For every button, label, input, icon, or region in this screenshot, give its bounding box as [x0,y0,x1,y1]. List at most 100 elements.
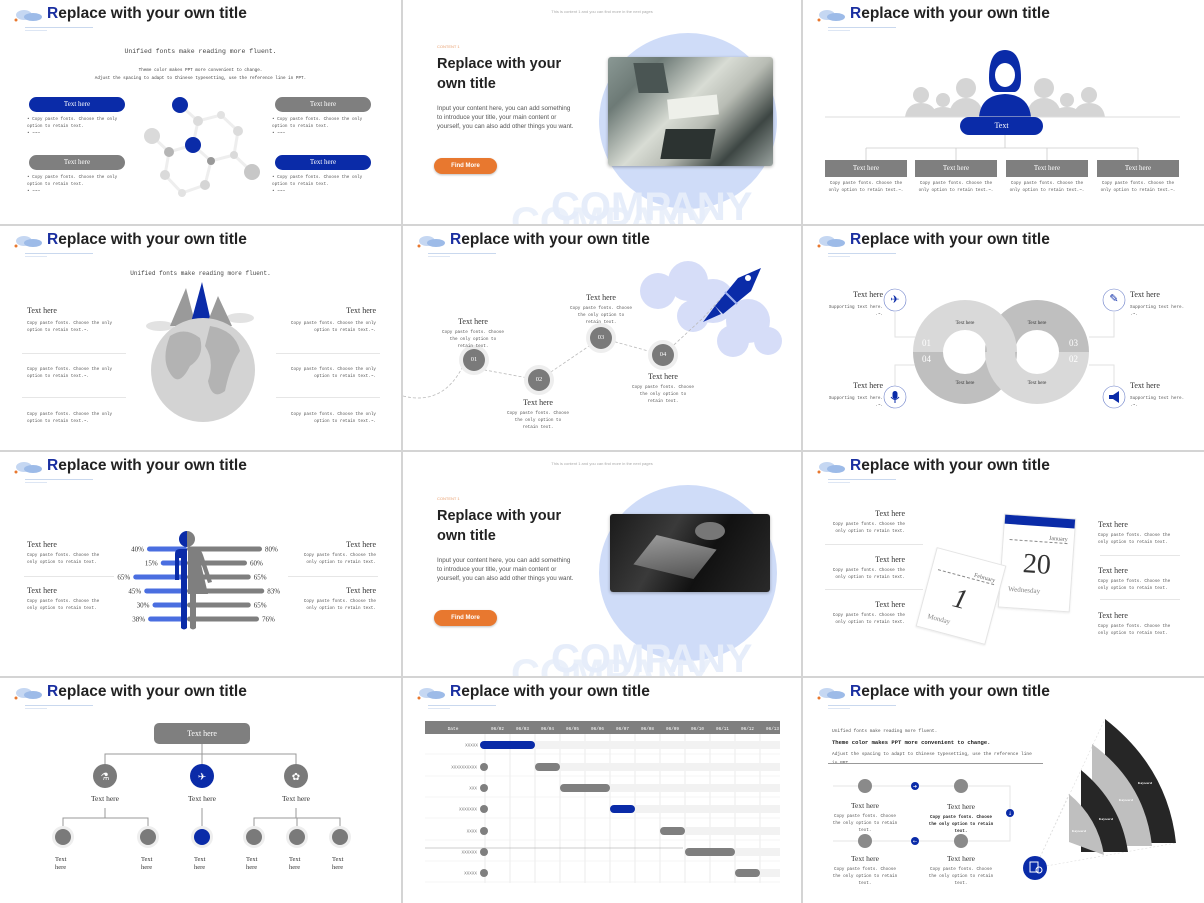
content-paragraph: Input your content here, you can add som… [437,105,574,130]
box-description: Copy paste fonts. Choose the only option… [918,181,994,193]
airplane-icon: ✈ [890,293,900,306]
step-description: Copy paste fonts. Choose the only option… [507,411,569,430]
box-description: Copy paste fonts. Choose the only option… [1100,181,1176,193]
right-value-label: 80% [265,546,278,554]
branch-label: Text here [281,794,310,803]
left-value-label: 65% [117,574,130,582]
slide-thumbnail-6[interactable]: Replace with your own title ✈ ✎ Text her… [803,226,1204,450]
item-heading: Text here [875,600,905,609]
megaphone-icon [1109,391,1119,403]
gantt-task-label: XXXXXXXXXX [451,766,477,771]
slide-thumbnail-11[interactable]: Replace with your own title Date 06/02 06/… [403,678,801,903]
slide-thumbnail-2[interactable]: This is content 1 and you can find more … [403,0,801,224]
laptop-keyboard [633,535,717,579]
male-head-icon [179,531,187,547]
slide-thumbnail-9[interactable]: Replace with your own title Text here Co… [803,452,1204,676]
tree-box: Text here [825,160,907,177]
slide-thumbnail-8[interactable]: This is content 1 and you can find more … [403,452,801,676]
gantt-track [610,805,780,813]
segment-number: 04 [922,354,931,364]
title-underline [828,482,850,483]
step-description: Copy paste fonts. Choose the only option… [442,330,504,349]
right-value-label: 65% [254,602,267,610]
gantt-row-marker [480,805,488,813]
item-description: Supporting text here. .~. [828,396,883,408]
gantt-row-marker [480,869,488,877]
microphone-icon [890,391,900,403]
item-heading: Text here [1098,566,1128,575]
right-value-label: 83% [267,588,280,596]
content-label: CONTENT 1 [437,44,460,49]
watermark: COMPANY [511,200,713,224]
branch-label: Text here [187,794,216,803]
content-paragraph: Input your content here, you can add som… [437,557,574,582]
center-label-pill: Text [960,117,1043,135]
gantt-date-label: 06/13 [766,727,779,732]
gantt-date-label: 06/07 [616,727,629,732]
segment-number: 02 [1069,354,1078,364]
slide-thumbnail-3[interactable]: Replace with your own title Text Text he… [803,0,1204,224]
female-head-icon [187,531,195,547]
right-value-label: 76% [262,616,275,624]
slide-thumbnail-7[interactable]: Replace with your own title Text here Co… [0,452,401,676]
tree-box: Text here [915,160,997,177]
gantt-task-label: XXXXXXX [459,808,477,813]
content-title: Replace with your own title [437,508,562,544]
right-value-bar [187,616,259,622]
left-value-label: 30% [137,602,150,610]
gantt-date-label: 06/05 [566,727,579,732]
step-number: 03 [590,327,612,349]
divider [1100,599,1180,600]
slide-thumbnail-10[interactable]: Replace with your own title ⚗ ✈ ✿ Text her… [0,678,401,903]
gantt-task-label: XXX [469,787,477,792]
leaf-label: Text here [332,856,344,871]
hand [695,522,725,540]
molecule-diagram [144,97,260,197]
top-note: This is content 1 and you can find more … [551,461,653,466]
item-description: Copy paste fonts. Choose the only option… [1098,624,1171,636]
slide-thumbnail-12[interactable]: Replace with your own title Unified font… [803,678,1204,903]
step-number: 02 [528,369,550,391]
item-description: Copy paste fonts. Choose the only option… [1098,579,1171,591]
keyword-label: Keyword [1119,798,1133,802]
branch-label: Text here [90,794,119,803]
item-heading: Text here [875,555,905,564]
box-description: Copy paste fonts. Choose the only option… [828,181,904,193]
calendar-header-bar [1004,514,1076,529]
find-more-button[interactable]: Find More [434,610,497,626]
item-description: Supporting text here. .~. [1130,396,1185,408]
gantt-task-bar [535,763,560,771]
slide-thumbnail-1[interactable]: Replace with your own title Unified font… [0,0,401,224]
gantt-chart: Date 06/02 06/03 06/04 06/05 06/06 06/07 06/08 0… [425,721,780,883]
left-value-label: 45% [128,588,141,596]
slide-thumbnail-4[interactable]: Replace with your own title Unified font… [0,226,401,450]
globe-mountain-illustration [146,282,255,422]
title-underline [828,479,896,480]
find-more-button[interactable]: Find More [434,158,497,174]
step-number: 01 [463,349,485,371]
slide-thumbnail-5[interactable]: Replace with your own title 01 Text here… [403,226,801,450]
calendar-weekday: Wednesday [1007,585,1041,596]
gantt-date-label: 06/08 [641,727,654,732]
step-description: Copy paste fonts. Choose the only option… [928,867,994,886]
gantt-row-marker [480,784,488,792]
infinity-ring-diagram [883,288,1126,409]
step-description: Copy paste fonts. Choose the only option… [928,815,994,834]
calendar-page-front: February 1 Monday [915,547,1007,645]
leaf-label: Text here [289,856,301,871]
divider [825,544,923,545]
gantt-task-label: XXXXXX [462,851,478,856]
segment-label: Text here [1027,321,1047,326]
keyword-label: Keyword [1099,817,1113,821]
step-heading: Text here [850,854,879,863]
left-value-label: 40% [131,546,144,554]
right-value-label: 65% [254,574,267,582]
step-title: Text here [586,293,616,302]
gantt-date-label: 06/10 [691,727,704,732]
tree-box: Text here [1097,160,1179,177]
segment-label: Text here [955,381,975,386]
item-description: Supporting text here. .~. [1130,305,1185,317]
left-value-label: 15% [145,560,158,568]
item-description: Copy paste fonts. Choose the only option… [832,522,905,534]
laptop-photo [608,57,773,166]
